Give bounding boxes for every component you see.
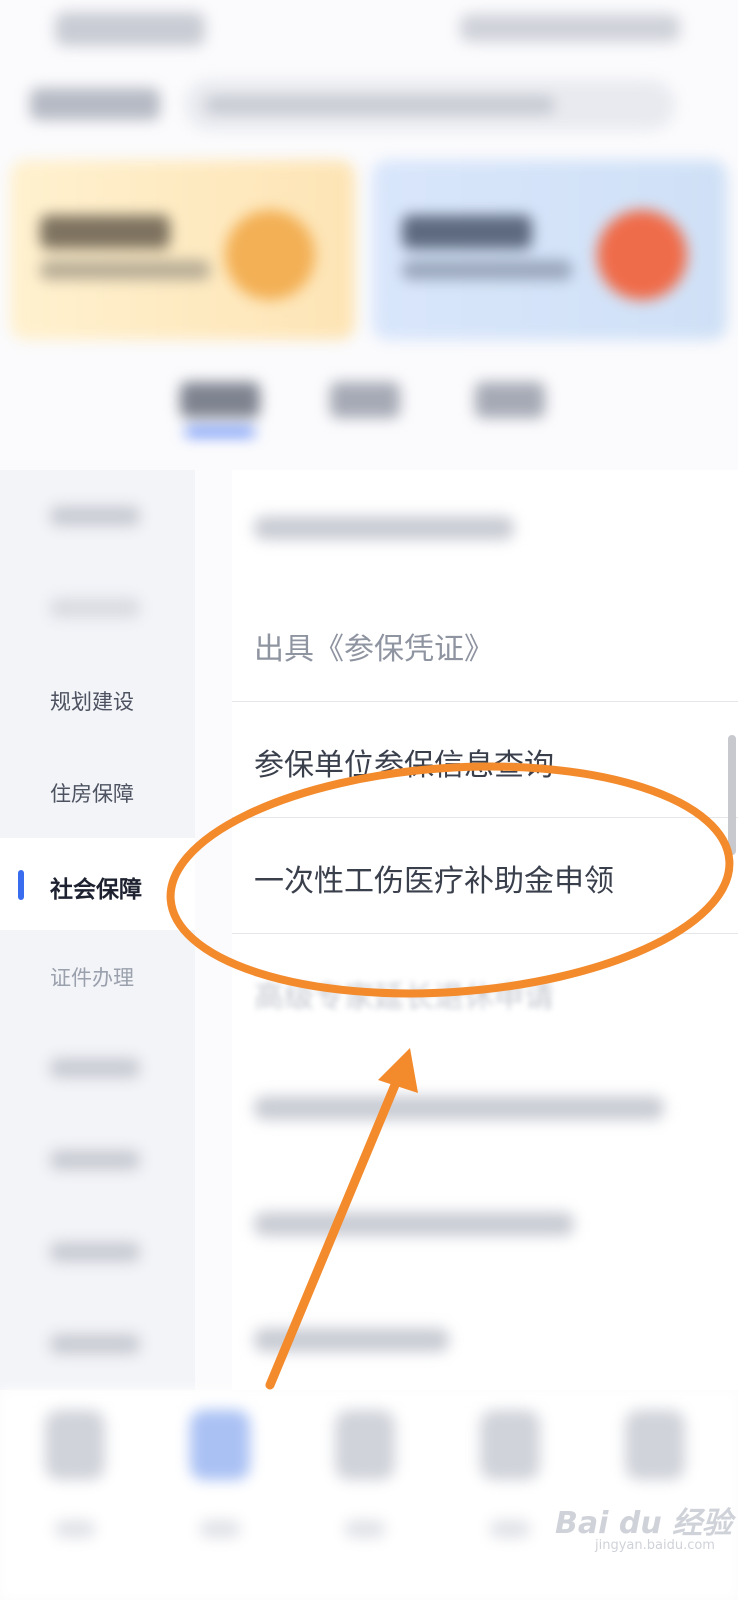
sidebar-item-label: 规划建设: [50, 690, 134, 714]
list-item[interactable]: [232, 1050, 738, 1166]
sidebar-item-label: 证件办理: [50, 966, 134, 990]
list-item-label: [254, 1328, 449, 1352]
nav-item-services[interactable]: [190, 1410, 250, 1480]
list-item-label: [254, 1212, 574, 1236]
tab-active-indicator: [185, 428, 255, 436]
search-placeholder: [205, 96, 555, 114]
list-item-label: 出具《参保凭证》: [254, 632, 494, 667]
banner-right[interactable]: [372, 160, 727, 340]
list-item-label: 一次性工伤医疗补助金申领: [254, 864, 614, 899]
sidebar-item-planning[interactable]: 规划建设: [0, 654, 195, 746]
list-item-expert-retirement[interactable]: 高级专家延长退休申请: [232, 934, 738, 1050]
active-indicator: [18, 870, 24, 900]
sidebar-item-label: [50, 506, 140, 526]
nav-item-home[interactable]: [45, 1410, 105, 1480]
service-list: 出具《参保凭证》 参保单位参保信息查询 一次性工伤医疗补助金申领 高级专家延长退…: [232, 470, 738, 1390]
list-item[interactable]: [232, 1166, 738, 1282]
sidebar-item-label: [50, 1058, 140, 1078]
tab-1[interactable]: [180, 382, 260, 418]
search-row: [0, 70, 738, 140]
tab-2[interactable]: [330, 382, 400, 418]
sidebar-item-certificates[interactable]: 证件办理: [0, 930, 195, 1022]
nav-label: [490, 1520, 530, 1538]
bottom-nav: [0, 1390, 738, 1600]
banner-subtitle: [402, 260, 572, 280]
category-tabs: [0, 370, 738, 460]
list-item-label: [254, 516, 514, 540]
banner-subtitle: [40, 260, 210, 280]
scrollbar[interactable]: [728, 735, 736, 855]
list-item[interactable]: [232, 470, 738, 586]
list-item-work-injury-subsidy[interactable]: 一次性工伤医疗补助金申领: [232, 818, 738, 934]
sidebar-item-housing[interactable]: 住房保障: [0, 746, 195, 838]
nav-label: [200, 1520, 240, 1538]
banner-illustration: [597, 210, 687, 300]
status-bar: [0, 0, 738, 60]
sidebar-item-label: 住房保障: [50, 782, 134, 806]
nav-label: [55, 1520, 95, 1538]
banner-left[interactable]: [10, 160, 355, 340]
baidu-jingyan-watermark: Bai du 经验 jingyan.baidu.com: [555, 1498, 733, 1553]
sidebar-item[interactable]: [0, 1022, 195, 1114]
city-selector[interactable]: [30, 88, 160, 120]
sidebar-item[interactable]: [0, 1114, 195, 1206]
sidebar-item-label: 社会保障: [50, 877, 142, 903]
banner-title: [40, 215, 170, 249]
sidebar-item[interactable]: [0, 1206, 195, 1298]
sidebar-item-label: [50, 598, 140, 618]
sidebar: 规划建设 住房保障 社会保障 证件办理: [0, 470, 195, 1390]
banner-illustration: [225, 210, 315, 300]
list-item-label: 高级专家延长退休申请: [254, 980, 554, 1015]
list-item-insurance-certificate[interactable]: 出具《参保凭证》: [232, 586, 738, 702]
list-item-employer-insurance-query[interactable]: 参保单位参保信息查询: [232, 702, 738, 818]
sidebar-item[interactable]: [0, 562, 195, 654]
search-input[interactable]: [185, 80, 675, 130]
sidebar-item[interactable]: [0, 470, 195, 562]
watermark-brand: Bai du 经验: [555, 1506, 733, 1541]
sidebar-item-label: [50, 1242, 140, 1262]
list-item-label: [254, 1096, 664, 1120]
list-item[interactable]: [232, 1282, 738, 1398]
list-item-label: 参保单位参保信息查询: [254, 748, 554, 783]
nav-label: [345, 1520, 385, 1538]
tab-3[interactable]: [475, 382, 545, 418]
banner-title: [402, 215, 532, 249]
nav-item-messages[interactable]: [480, 1410, 540, 1480]
sidebar-item[interactable]: [0, 1298, 195, 1390]
status-icons: [460, 14, 680, 42]
watermark-domain: jingyan.baidu.com: [595, 1538, 715, 1553]
nav-item-profile[interactable]: [625, 1410, 685, 1480]
app-logo: [55, 12, 205, 46]
sidebar-item-label: [50, 1334, 140, 1354]
sidebar-item-label: [50, 1150, 140, 1170]
sidebar-item-social-security[interactable]: 社会保障: [0, 838, 195, 930]
nav-item-center[interactable]: [335, 1410, 395, 1480]
